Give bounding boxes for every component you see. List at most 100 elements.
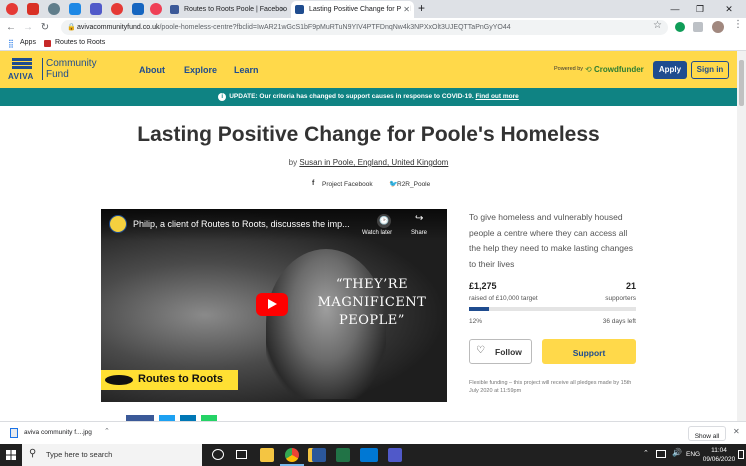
project-description: To give homeless and vulnerably housed p… <box>469 212 633 269</box>
nav-about[interactable]: About <box>139 65 165 75</box>
outlook-icon[interactable] <box>364 448 378 462</box>
word-icon[interactable] <box>312 448 326 462</box>
notifications-icon[interactable] <box>738 450 744 459</box>
page-scrollbar[interactable] <box>737 51 746 421</box>
tab-facebook[interactable]: Routes to Roots Poole | Faceboo ✕ <box>166 1 290 18</box>
url-path: /poole-homeless-centre?fbclid=IwAR21wGcS… <box>159 24 511 31</box>
author-link[interactable]: Susan in Poole, England, United Kingdom <box>299 158 448 167</box>
facebook-icon <box>170 5 179 14</box>
support-label: Support <box>572 348 606 358</box>
tab-aviva-label: Lasting Positive Change for Pool <box>309 6 411 13</box>
extension-icon[interactable] <box>675 22 685 32</box>
clock-date[interactable]: 09/06/2020 <box>700 456 738 463</box>
bookmark-routes-to-roots[interactable]: Routes to Roots <box>55 39 105 46</box>
pinned-tab-media-icon[interactable] <box>132 3 144 15</box>
pinned-tab-gmail-icon[interactable] <box>27 3 39 15</box>
page-scrollbar-thumb[interactable] <box>739 60 744 106</box>
project-facebook-link[interactable]: Project Facebook <box>322 181 373 188</box>
project-social-links: f Project Facebook 🐦 R2R_Poole <box>310 180 440 192</box>
share-icon[interactable]: ↪ <box>415 213 423 224</box>
pinned-tab-teams-icon[interactable] <box>90 3 102 15</box>
watch-later-label[interactable]: Watch later <box>362 230 392 236</box>
menu-dots-icon[interactable]: ⋮ <box>733 19 743 30</box>
supporters-label: supporters <box>605 295 636 302</box>
project-title: Lasting Positive Change for Poole's Home… <box>137 123 600 146</box>
close-tab-icon[interactable]: ✕ <box>279 1 286 18</box>
nav-learn[interactable]: Learn <box>234 65 259 75</box>
address-bar[interactable]: 🔒 avivacommunityfund.co.uk/poole-homeles… <box>61 20 668 35</box>
nav-explore[interactable]: Explore <box>184 65 217 75</box>
forward-icon[interactable]: → <box>21 20 35 35</box>
video-title[interactable]: Philip, a client of Routes to Roots, dis… <box>133 219 350 229</box>
powered-by-label: Powered by <box>554 66 584 72</box>
minimize-icon[interactable]: — <box>664 0 686 18</box>
bookmark-apps[interactable]: Apps <box>20 39 36 46</box>
close-tab-icon[interactable]: ✕ <box>401 1 410 18</box>
chrome-icon[interactable] <box>285 448 299 462</box>
apply-button-label: Apply <box>658 65 682 74</box>
search-icon: ⚲ <box>29 448 37 459</box>
start-button[interactable] <box>0 444 22 466</box>
video-caption-bar: Routes to Roots <box>101 370 238 390</box>
follow-label: Follow <box>495 347 522 357</box>
file-explorer-icon[interactable] <box>260 448 274 462</box>
video-player[interactable]: Philip, a client of Routes to Roots, dis… <box>101 209 447 402</box>
browser-tab-strip: Routes to Roots Poole | Faceboo ✕ Lastin… <box>0 0 746 18</box>
video-caption: Routes to Roots <box>138 373 223 385</box>
supporters-count: 21 <box>625 281 636 291</box>
close-download-bar-icon[interactable]: ✕ <box>733 427 740 436</box>
watch-later-icon[interactable]: 🕑 <box>377 214 391 228</box>
aviva-community-fund-logo[interactable]: AVIVA Community Fund <box>6 56 106 84</box>
site-header: AVIVA Community Fund About Explore Learn… <box>0 51 737 88</box>
apps-grid-icon[interactable]: ⣿ <box>8 39 14 48</box>
bookmark-star-icon[interactable]: ☆ <box>653 20 662 31</box>
follow-button[interactable]: ♡ Follow <box>469 339 532 364</box>
video-quote: “THEY’RE MAGNIFICENT PEOPLE” <box>297 276 447 330</box>
sign-in-button[interactable]: Sign in <box>691 61 729 79</box>
share-label[interactable]: Share <box>411 230 427 236</box>
network-icon[interactable] <box>656 450 666 458</box>
info-icon: i <box>218 93 227 101</box>
profile-avatar[interactable] <box>712 21 724 33</box>
new-tab-icon[interactable]: + <box>418 1 425 15</box>
language-indicator[interactable]: ENG <box>686 451 700 458</box>
download-file-name[interactable]: aviva community f....jpg <box>24 429 92 436</box>
extension-icon[interactable] <box>693 22 703 32</box>
pinned-tab-opera-icon[interactable] <box>6 3 18 15</box>
reload-icon[interactable]: ↻ <box>38 20 52 35</box>
task-view-icon[interactable] <box>212 449 224 460</box>
taskbar-search-box[interactable]: ⚲ Type here to search <box>22 444 202 466</box>
pinned-tab-pocket-icon[interactable] <box>150 3 162 15</box>
browser-toolbar: ← → ↻ 🔒 avivacommunityfund.co.uk/poole-h… <box>0 18 746 37</box>
pinned-tab-app-icon[interactable] <box>111 3 123 15</box>
support-button[interactable]: Support <box>542 339 636 364</box>
logo-line-1: Community <box>46 58 97 69</box>
tray-chevron-icon[interactable]: ⌃ <box>643 449 649 457</box>
youtube-play-button[interactable] <box>256 293 288 316</box>
excel-icon[interactable] <box>336 448 350 462</box>
twitter-handle-link[interactable]: R2R_Poole <box>397 181 430 188</box>
channel-avatar[interactable] <box>109 215 127 233</box>
logo-brand: AVIVA <box>8 72 34 81</box>
find-out-more-link[interactable]: Find out more <box>475 93 518 100</box>
maximize-icon[interactable]: ❐ <box>689 0 711 18</box>
volume-icon[interactable]: 🔊 <box>672 448 682 457</box>
banner-text: UPDATE: Our criteria has changed to supp… <box>229 93 474 100</box>
download-chevron-icon[interactable]: ⌃ <box>104 427 110 435</box>
close-window-icon[interactable]: ✕ <box>718 0 740 18</box>
percent-funded: 12% <box>469 318 483 325</box>
pinned-tab-drive-icon[interactable] <box>69 3 81 15</box>
logo-line-2: Fund <box>46 69 69 80</box>
task-view-windows-icon[interactable] <box>236 450 247 459</box>
crowdfunder-logo[interactable]: Crowdfunder <box>594 65 644 74</box>
apply-button[interactable]: Apply <box>653 61 687 79</box>
teams-icon[interactable] <box>388 448 402 462</box>
download-bar: aviva community f....jpg ⌃ Show all ✕ <box>0 421 746 444</box>
lock-icon[interactable]: 🔒 <box>67 20 76 35</box>
clock-time[interactable]: 11:04 <box>704 447 734 454</box>
back-icon[interactable]: ← <box>4 20 18 35</box>
crowdfunder-icon: ⟲ <box>585 65 592 74</box>
show-all-button[interactable]: Show all <box>688 426 726 441</box>
tab-aviva[interactable]: Lasting Positive Change for Pool ✕ <box>291 1 414 18</box>
pinned-tab-globe-icon[interactable] <box>48 3 60 15</box>
